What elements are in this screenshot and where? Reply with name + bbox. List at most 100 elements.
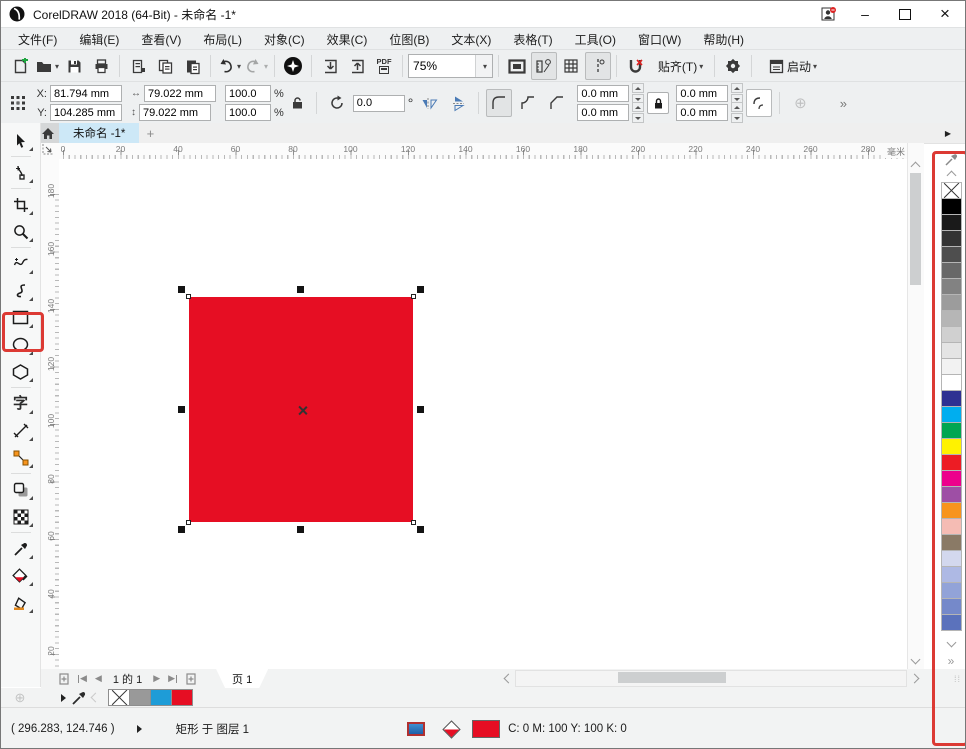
palette-color-swatch[interactable] — [941, 310, 962, 327]
corner-radius-field-1[interactable] — [577, 85, 629, 102]
stepper-down[interactable] — [731, 113, 743, 123]
statusbar-flyout-icon[interactable] — [137, 725, 142, 733]
docpalette-no-color-swatch[interactable] — [108, 689, 130, 706]
selected-rectangle[interactable] — [189, 297, 413, 522]
scale-h-field[interactable] — [225, 85, 271, 102]
fill-color-swatch[interactable] — [472, 720, 500, 738]
palette-scroll-down-icon[interactable] — [948, 634, 955, 650]
scroll-up-icon[interactable] — [912, 163, 919, 170]
publish-pdf-icon[interactable]: PDF — [371, 52, 397, 80]
horizontal-scroll-thumb[interactable] — [618, 672, 726, 683]
palette-color-swatch[interactable] — [941, 294, 962, 311]
x-position-field[interactable] — [50, 85, 122, 102]
stepper-up[interactable] — [731, 102, 743, 112]
open-icon[interactable]: ▾ — [34, 52, 60, 80]
relative-corner-scaling-icon[interactable] — [746, 89, 772, 117]
lock-ratio-icon[interactable] — [287, 92, 309, 114]
close-button[interactable]: × — [925, 1, 965, 27]
scroll-down-icon[interactable] — [912, 656, 919, 663]
menu-item[interactable]: 位图(B) — [378, 28, 440, 51]
mirror-horizontal-icon[interactable] — [416, 89, 442, 117]
palette-color-swatch[interactable] — [941, 534, 962, 551]
minimize-button[interactable]: – — [845, 1, 885, 27]
new-document-icon[interactable] — [7, 52, 33, 80]
palette-color-swatch[interactable] — [941, 470, 962, 487]
vertical-scrollbar[interactable] — [907, 143, 924, 669]
palette-color-swatch[interactable] — [941, 582, 962, 599]
undo-icon[interactable]: ▾ — [216, 52, 242, 80]
options-gear-icon[interactable] — [720, 52, 746, 80]
palette-no-color-swatch[interactable] — [941, 182, 962, 199]
palette-color-swatch[interactable] — [941, 614, 962, 631]
selection-handle-right[interactable] — [417, 406, 424, 413]
menu-item[interactable]: 编辑(E) — [68, 28, 130, 51]
y-position-field[interactable] — [50, 104, 122, 121]
menu-item[interactable]: 效果(C) — [316, 28, 379, 51]
corner-radius-field-3[interactable] — [676, 85, 728, 102]
scale-v-field[interactable] — [225, 104, 271, 121]
palette-color-swatch[interactable] — [941, 278, 962, 295]
palette-color-swatch[interactable] — [941, 454, 962, 471]
menu-item[interactable]: 帮助(H) — [692, 28, 755, 51]
shape-tool[interactable] — [6, 159, 36, 186]
palette-color-swatch[interactable] — [941, 422, 962, 439]
round-corner-icon[interactable] — [486, 89, 512, 117]
paste-icon[interactable] — [179, 52, 205, 80]
scroll-right-icon[interactable] — [907, 675, 921, 682]
object-width-field[interactable] — [144, 85, 216, 102]
menu-item[interactable]: 文件(F) — [7, 28, 68, 51]
palette-color-swatch[interactable] — [941, 598, 962, 615]
object-center-marker[interactable] — [296, 405, 307, 416]
docpalette-color-swatch[interactable] — [150, 689, 172, 706]
stepper-up[interactable] — [632, 83, 644, 93]
edit-corners-together-icon[interactable] — [647, 92, 669, 114]
docpalette-color-swatch[interactable] — [129, 689, 151, 706]
text-tool[interactable]: 字 — [6, 390, 36, 417]
copy-icon[interactable] — [152, 52, 178, 80]
stepper-up[interactable] — [632, 102, 644, 112]
palette-color-swatch[interactable] — [941, 550, 962, 567]
scroll-left-icon[interactable] — [501, 675, 515, 682]
menu-item[interactable]: 布局(L) — [192, 28, 253, 51]
color-proof-icon[interactable] — [407, 722, 425, 736]
menu-item[interactable]: 表格(T) — [502, 28, 563, 51]
freehand-tool[interactable] — [6, 250, 36, 277]
artistic-media-tool[interactable] — [6, 277, 36, 304]
document-palette-scroll-left-icon[interactable] — [91, 693, 101, 703]
add-page-start-icon[interactable] — [55, 672, 73, 685]
zoom-level-dropdown-icon[interactable]: ▾ — [475, 55, 492, 77]
selection-handle-top[interactable] — [297, 286, 304, 293]
selection-handle-left[interactable] — [178, 406, 185, 413]
docpalette-color-swatch[interactable] — [171, 689, 193, 706]
next-page-icon[interactable]: ▶ — [150, 673, 163, 684]
rotation-angle-field[interactable] — [353, 95, 405, 112]
palette-color-swatch[interactable] — [941, 358, 962, 375]
document-palette-flyout-icon[interactable] — [61, 694, 66, 702]
export-icon[interactable] — [344, 52, 370, 80]
object-height-field[interactable] — [139, 104, 211, 121]
show-guidelines-icon[interactable] — [585, 52, 611, 80]
interactive-fill-tool[interactable] — [6, 562, 36, 589]
zoom-level-input[interactable] — [409, 55, 475, 77]
menu-item[interactable]: 窗口(W) — [627, 28, 692, 51]
previous-page-icon[interactable]: ◀ — [92, 673, 105, 684]
propbar-overflow-button[interactable]: » — [830, 89, 856, 117]
palette-expand-button[interactable]: » — [948, 654, 955, 668]
palette-color-swatch[interactable] — [941, 518, 962, 535]
connector-tool[interactable] — [6, 444, 36, 471]
show-grid-icon[interactable] — [558, 52, 584, 80]
document-palette-eyedropper-icon[interactable] — [72, 691, 86, 705]
palette-color-swatch[interactable] — [941, 198, 962, 215]
drawing-canvas[interactable] — [59, 159, 907, 669]
color-eyedropper-tool[interactable] — [6, 535, 36, 562]
show-rulers-icon[interactable] — [531, 52, 557, 80]
corner-node[interactable] — [411, 294, 416, 299]
print-icon[interactable] — [88, 52, 114, 80]
menu-item[interactable]: 对象(C) — [253, 28, 316, 51]
mirror-vertical-icon[interactable] — [445, 89, 471, 117]
palette-color-swatch[interactable] — [941, 566, 962, 583]
palette-color-swatch[interactable] — [941, 230, 962, 247]
vertical-ruler[interactable]: 18016014012010080604020 — [41, 159, 60, 669]
palette-color-swatch[interactable] — [941, 326, 962, 343]
rectangle-tool[interactable] — [6, 304, 36, 331]
